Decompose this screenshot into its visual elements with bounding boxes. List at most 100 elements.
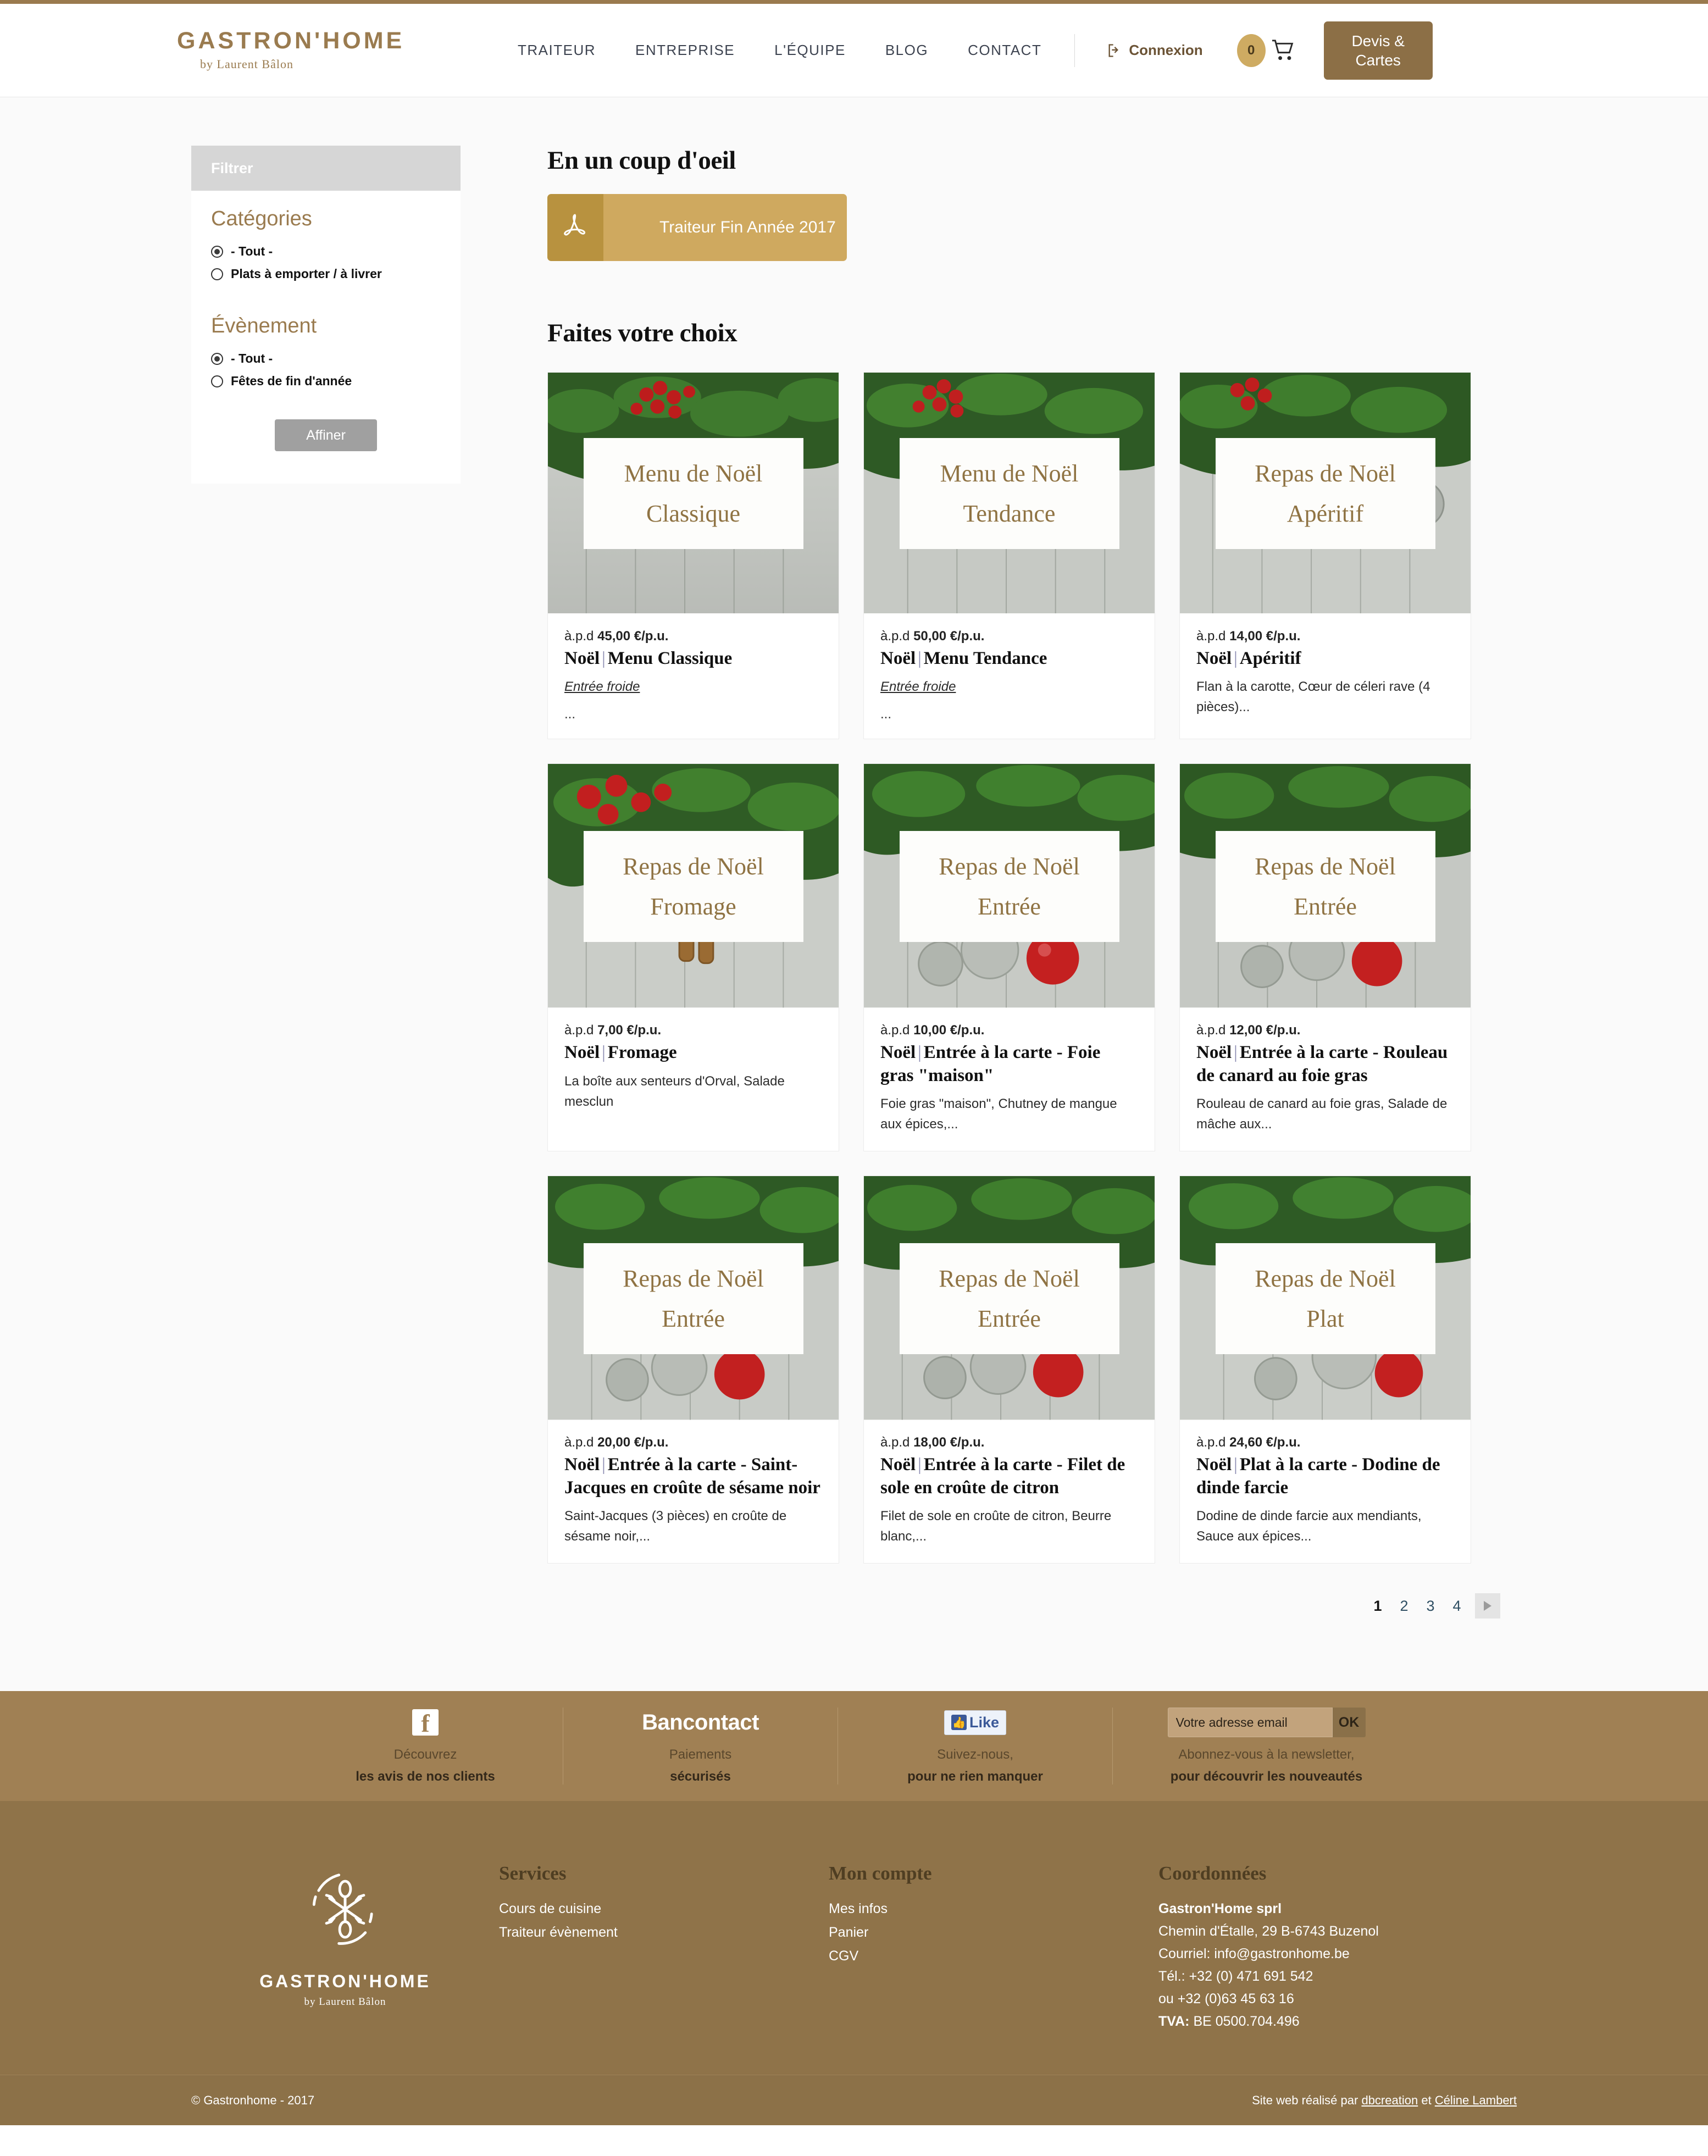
pagination-next-button[interactable] bbox=[1475, 1593, 1500, 1619]
top-accent-bar bbox=[0, 0, 1708, 4]
product-grid: Menu de Noël Classique à.p.d 45,00 €/p.u… bbox=[547, 372, 1504, 1564]
title-separator: | bbox=[602, 1455, 606, 1475]
radio-indicator bbox=[211, 352, 223, 365]
product-card[interactable]: Repas de Noël Entrée à.p.d 18,00 €/p.u. … bbox=[863, 1176, 1155, 1564]
product-ellipsis: ... bbox=[880, 707, 892, 722]
promo-line-1: Découvrez bbox=[393, 1747, 457, 1762]
product-card[interactable]: Repas de Noël Entrée à.p.d 20,00 €/p.u. … bbox=[547, 1176, 839, 1564]
nav-item-traiteur[interactable]: TRAITEUR bbox=[518, 42, 596, 59]
overlay-line-1: Repas de Noël bbox=[623, 852, 764, 880]
promo-facebook-follow[interactable]: 👍 Like Suivez-nous, pour ne rien manquer bbox=[838, 1708, 1112, 1784]
filter-group-categories: Catégories - Tout - Plats à emporter / à… bbox=[211, 207, 441, 281]
radio-categories-tout[interactable]: - Tout - bbox=[211, 244, 441, 259]
promo-newsletter: OK Abonnez-vous à la newsletter, pour dé… bbox=[1112, 1708, 1420, 1784]
product-card[interactable]: Menu de Noël Classique à.p.d 45,00 €/p.u… bbox=[547, 372, 839, 740]
promo-line-1: Abonnez-vous à la newsletter, bbox=[1178, 1747, 1355, 1762]
overlay-line-1: Repas de Noël bbox=[939, 852, 1080, 880]
footer-link-cours-de-cuisine[interactable]: Cours de cuisine bbox=[499, 1901, 829, 1917]
title-main: Fromage bbox=[607, 1043, 677, 1063]
logo-wordmark: GASTRON'HOME bbox=[177, 27, 405, 54]
product-title: Noël | Entrée à la carte - Rouleau de cana… bbox=[1196, 1041, 1454, 1087]
product-card[interactable]: Menu de Noël Tendance à.p.d 50,00 €/p.u.… bbox=[863, 372, 1155, 740]
product-title: Noël | Menu Classique bbox=[564, 647, 822, 670]
product-body: à.p.d 14,00 €/p.u. Noël | Apéritif Flan à … bbox=[1180, 614, 1471, 739]
product-card[interactable]: Repas de Noël Fromage à.p.d 7,00 €/p.u. … bbox=[547, 763, 839, 1152]
pagination-page-4[interactable]: 4 bbox=[1449, 1598, 1465, 1615]
footer-logo: GASTRON'HOME by Laurent Bâlon bbox=[191, 1863, 499, 2036]
product-image: Repas de Noël Entrée bbox=[864, 1176, 1155, 1421]
facebook-like-button[interactable]: 👍 Like bbox=[944, 1710, 1007, 1735]
credit-link-celine-lambert[interactable]: Céline Lambert bbox=[1435, 2093, 1517, 2107]
price-prefix: à.p.d bbox=[564, 629, 594, 644]
product-price: à.p.d 50,00 €/p.u. bbox=[880, 629, 1138, 644]
product-description: La boîte aux senteurs d'Orval, Salade me… bbox=[564, 1073, 785, 1109]
price-prefix: à.p.d bbox=[880, 1023, 910, 1038]
radio-evenement-tout[interactable]: - Tout - bbox=[211, 351, 441, 366]
product-card[interactable]: Repas de Noël Entrée à.p.d 12,00 €/p.u. … bbox=[1179, 763, 1471, 1152]
promo-line-2: pour découvrir les nouveautés bbox=[1170, 1769, 1363, 1784]
title-separator: | bbox=[918, 1455, 922, 1475]
overlay-line-1: Menu de Noël bbox=[940, 460, 1079, 487]
footer-link-traiteur-evenement[interactable]: Traiteur évènement bbox=[499, 1925, 829, 1941]
product-image-label: Repas de Noël Plat bbox=[1215, 1243, 1435, 1354]
price-prefix: à.p.d bbox=[564, 1435, 594, 1450]
product-image-label: Menu de Noël Classique bbox=[583, 438, 803, 549]
overlay-line-2: Entrée bbox=[662, 1305, 725, 1332]
product-image: Repas de Noël Apéritif bbox=[1180, 373, 1471, 614]
nav-item-equipe[interactable]: L'ÉQUIPE bbox=[774, 42, 846, 59]
footer-logo-name: GASTRON'HOME bbox=[259, 1971, 431, 1991]
promo-icon-wrap: Bancontact bbox=[642, 1708, 759, 1737]
nav-item-entreprise[interactable]: ENTREPRISE bbox=[635, 42, 735, 59]
cart-widget[interactable]: 0 bbox=[1236, 34, 1295, 67]
filter-group-evenement: Évènement - Tout - Fêtes de fin d'année bbox=[211, 314, 441, 389]
product-card[interactable]: Repas de Noël Plat à.p.d 24,60 €/p.u. No… bbox=[1179, 1176, 1471, 1564]
heading-faites-votre-choix: Faites votre choix bbox=[547, 319, 737, 347]
product-description: Dodine de dinde farcie aux mendiants, Sa… bbox=[1196, 1508, 1422, 1544]
promo-icon-wrap: OK bbox=[1167, 1708, 1366, 1737]
price-prefix: à.p.d bbox=[1196, 629, 1226, 644]
promo-facebook-reviews[interactable]: f Découvrez les avis de nos clients bbox=[288, 1708, 563, 1784]
nav-item-blog[interactable]: BLOG bbox=[885, 42, 928, 59]
product-image: Repas de Noël Entrée bbox=[1180, 764, 1471, 1008]
content-row: Filtrer Catégories - Tout - Plats à empo… bbox=[0, 97, 1708, 1619]
product-title: Noël | Entrée à la carte - Filet de sole e… bbox=[880, 1454, 1138, 1499]
newsletter-email-input[interactable] bbox=[1167, 1708, 1333, 1737]
header-divider bbox=[1074, 34, 1075, 67]
product-card[interactable]: Repas de Noël Apéritif à.p.d 14,00 €/p.u… bbox=[1179, 372, 1471, 740]
overlay-line-2: Classique bbox=[646, 500, 741, 527]
promo-line-1: Suivez-nous, bbox=[937, 1747, 1013, 1762]
radio-categories-plats[interactable]: Plats à emporter / à livrer bbox=[211, 267, 441, 281]
login-icon bbox=[1107, 43, 1122, 58]
footer-company-name: Gastron'Home sprl bbox=[1158, 1901, 1576, 1917]
footer-address: Chemin d'Étalle, 29 B-6743 Buzenol bbox=[1158, 1924, 1379, 1939]
pdf-download-badge[interactable]: Traiteur Fin Année 2017 bbox=[547, 194, 847, 261]
radio-evenement-fetes[interactable]: Fêtes de fin d'année bbox=[211, 374, 441, 389]
product-price: à.p.d 45,00 €/p.u. bbox=[564, 629, 822, 644]
like-label: Like bbox=[969, 1714, 1000, 1731]
overlay-line-1: Menu de Noël bbox=[624, 460, 763, 487]
devis-cartes-button[interactable]: Devis & Cartes bbox=[1323, 21, 1433, 80]
title-separator: | bbox=[602, 1043, 606, 1063]
connexion-link[interactable]: Connexion bbox=[1107, 42, 1203, 59]
product-body: à.p.d 24,60 €/p.u. Noël | Plat à la carte … bbox=[1180, 1421, 1471, 1563]
footer-link-cgv[interactable]: CGV bbox=[829, 1948, 1158, 1964]
site-logo[interactable]: GASTRON'HOME by Laurent Bâlon bbox=[177, 29, 408, 71]
footer-link-mes-infos[interactable]: Mes infos bbox=[829, 1901, 1158, 1917]
product-card[interactable]: Repas de Noël Entrée à.p.d 10,00 €/p.u. … bbox=[863, 763, 1155, 1152]
pagination-page-1[interactable]: 1 bbox=[1369, 1598, 1386, 1615]
pdf-icon bbox=[547, 194, 603, 261]
product-price: à.p.d 24,60 €/p.u. bbox=[1196, 1435, 1454, 1450]
newsletter-ok-button[interactable]: OK bbox=[1332, 1708, 1366, 1737]
pagination-page-3[interactable]: 3 bbox=[1422, 1598, 1439, 1615]
affiner-button[interactable]: Affiner bbox=[275, 419, 377, 451]
product-description: Filet de sole en croûte de citron, Beurr… bbox=[880, 1508, 1112, 1544]
nav-item-contact[interactable]: CONTACT bbox=[968, 42, 1041, 59]
overlay-line-2: Entrée bbox=[978, 1305, 1041, 1332]
pagination-page-2[interactable]: 2 bbox=[1396, 1598, 1412, 1615]
price-value: 18,00 €/p.u. bbox=[913, 1435, 985, 1450]
footer-link-panier[interactable]: Panier bbox=[829, 1925, 1158, 1941]
product-title: Noël | Plat à la carte - Dodine de dinde f… bbox=[1196, 1454, 1454, 1499]
title-prefix: Noël bbox=[564, 1455, 600, 1475]
footer-heading-coordonnees: Coordonnées bbox=[1158, 1863, 1267, 1884]
credit-link-dbcreation[interactable]: dbcreation bbox=[1361, 2093, 1418, 2107]
